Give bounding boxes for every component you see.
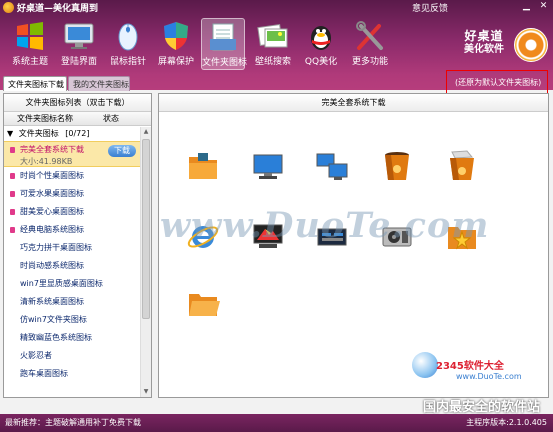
item-name: 火影忍者 <box>20 351 52 360</box>
item-name: 时尚动感系统图标 <box>20 261 84 270</box>
list-item[interactable]: 跑车桌面图标 <box>4 365 151 383</box>
status-bar: 最新推荐：主题破解通用补丁免费下载 主程序版本:2.1.0.405 <box>0 414 553 432</box>
list-header: 文件夹图标名称 状态 <box>4 112 151 126</box>
network-computers-icon[interactable] <box>315 149 349 183</box>
tool-folder-icons[interactable]: 文件夹图标 <box>201 18 248 70</box>
monitor-blue-icon[interactable] <box>251 149 285 183</box>
item-name: 甜美爱心桌面图标 <box>20 207 84 216</box>
tool-screensaver[interactable]: 屏幕保护 <box>154 18 198 70</box>
list-item[interactable]: 火影忍者 <box>4 347 151 365</box>
watermark-mascot-icon <box>412 352 438 378</box>
monitor-icon <box>64 23 94 49</box>
expand-triangle-icon[interactable]: ▼ <box>7 129 13 138</box>
tools-icon <box>356 21 383 50</box>
list-item[interactable]: 清新系统桌面图标 <box>4 293 151 311</box>
brand-text: 好桌道 美化软件 <box>464 30 504 56</box>
feedback-link[interactable]: 意见反馈 <box>412 1 448 14</box>
download-button[interactable]: 下载 <box>108 145 136 157</box>
tool-label: 系统主题 <box>11 57 48 67</box>
tab-folder-icon-download[interactable]: 文件夹图标下载 <box>3 76 67 91</box>
item-name: 仿win7文件夹图标 <box>20 315 87 324</box>
mouse-icon <box>118 23 138 51</box>
watermark-text: www.DuoTe.com <box>160 205 490 246</box>
list-item[interactable]: 精致幽蓝色系统图标 <box>4 329 151 347</box>
icon-list-panel: 文件夹图标列表（双击下载） 文件夹图标名称 状态 ▼ 文件夹图标 [0/72] … <box>3 93 152 398</box>
tool-mouse-pointer[interactable]: 鼠标指针 <box>106 18 150 70</box>
tool-label: 壁纸搜索 <box>254 57 291 67</box>
item-name: 可爱水果桌面图标 <box>20 189 84 198</box>
windows-logo-icon <box>17 22 43 50</box>
list-item-selected[interactable]: 完美全套系统下载 大小:41.98KB 下载 <box>4 141 151 167</box>
item-name: 跑车桌面图标 <box>20 369 68 378</box>
tab-my-folder-icons[interactable]: 我的文件夹图标 <box>68 76 130 91</box>
app-window: 好桌道—美化真周到 意见反馈 ▁ ✕ 系统主题 登陆界面 鼠标指针 屏幕保护 文… <box>0 0 553 432</box>
tool-qq-beautify[interactable]: QQ美化 <box>299 18 343 70</box>
tool-login-screen[interactable]: 登陆界面 <box>57 18 101 70</box>
tool-more-features[interactable]: 更多功能 <box>348 18 392 70</box>
item-bullet-icon <box>10 191 15 197</box>
news-link[interactable]: 最新推荐：主题破解通用补丁免费下载 <box>5 414 141 432</box>
wallpaper-icon <box>257 23 288 48</box>
list-item[interactable]: 时尚动感系统图标 <box>4 257 151 275</box>
item-bullet-icon <box>10 147 15 153</box>
qq-penguin-icon <box>311 26 331 50</box>
restore-default-label: (还原为默认文件夹图标) <box>455 78 542 87</box>
watermark-tagline: 国内最安全的软件站 <box>423 400 541 415</box>
watermark-url: www.DuoTe.com <box>456 372 522 381</box>
brand-logo-icon <box>514 28 548 62</box>
list-item[interactable]: 可爱水果桌面图标 <box>4 185 151 203</box>
list-item[interactable]: 巧克力拼干桌面图标 <box>4 239 151 257</box>
item-name: 精致幽蓝色系统图标 <box>20 333 92 342</box>
minimize-button[interactable]: ▁ <box>520 1 533 12</box>
tool-wallpaper-search[interactable]: 壁纸搜索 <box>251 18 295 70</box>
scroll-thumb[interactable] <box>142 139 150 319</box>
item-name: 经典电脑系统图标 <box>20 225 84 234</box>
col-name-header: 文件夹图标名称 <box>17 114 73 123</box>
list-item[interactable]: 时尚个性桌面图标 <box>4 167 151 185</box>
scroll-up-icon[interactable]: ▲ <box>141 127 151 137</box>
list-title: 文件夹图标列表（双击下载） <box>4 94 151 112</box>
close-button[interactable]: ✕ <box>537 1 550 12</box>
scroll-down-icon[interactable]: ▼ <box>141 387 151 397</box>
preview-title: 完美全套系统下载 <box>159 94 548 112</box>
watermark-site: 2345软件大全 <box>436 361 504 372</box>
recycle-bin-empty-icon[interactable] <box>380 149 414 183</box>
tool-label: 更多功能 <box>351 57 388 67</box>
tool-system-theme[interactable]: 系统主题 <box>8 18 52 70</box>
brand-line1: 好桌道 <box>464 29 504 43</box>
item-bullet-icon <box>10 227 15 233</box>
item-name: win7里显质感桌面图标 <box>20 279 103 288</box>
item-bullet-icon <box>10 209 15 215</box>
tool-label: QQ美化 <box>304 57 338 67</box>
item-name: 巧克力拼干桌面图标 <box>20 243 92 252</box>
folder-open-icon[interactable] <box>186 286 220 320</box>
list-item[interactable]: 经典电脑系统图标 <box>4 221 151 239</box>
brand-line2: 美化软件 <box>464 44 504 55</box>
list-item[interactable]: 仿win7文件夹图标 <box>4 311 151 329</box>
item-name: 清新系统桌面图标 <box>20 297 84 306</box>
item-name: 时尚个性桌面图标 <box>20 171 84 180</box>
app-logo-icon <box>3 2 14 13</box>
group-count: [0/72] <box>65 129 90 138</box>
recycle-bin-full-icon[interactable] <box>445 149 479 183</box>
group-label: 文件夹图标 <box>18 129 59 138</box>
list-item[interactable]: win7里显质感桌面图标 <box>4 275 151 293</box>
tool-label: 屏幕保护 <box>157 57 194 67</box>
item-bullet-icon <box>10 173 15 179</box>
folder-orange-icon[interactable] <box>186 149 220 183</box>
title-bar: 好桌道—美化真周到 意见反馈 ▁ ✕ <box>0 0 553 14</box>
list-item[interactable]: 甜美爱心桌面图标 <box>4 203 151 221</box>
tool-label: 文件夹图标 <box>202 58 248 68</box>
col-status-header: 状态 <box>103 114 119 123</box>
app-title: 好桌道—美化真周到 <box>17 4 99 14</box>
folder-document-icon <box>210 23 236 51</box>
version-text: 主程序版本:2.1.0.405 <box>466 418 547 427</box>
tool-label: 鼠标指针 <box>109 57 146 67</box>
group-row[interactable]: ▼ 文件夹图标 [0/72] <box>4 126 151 141</box>
tool-label: 登陆界面 <box>60 57 97 67</box>
list-scrollbar[interactable]: ▲ ▼ <box>140 127 151 397</box>
shield-icon <box>164 22 188 50</box>
